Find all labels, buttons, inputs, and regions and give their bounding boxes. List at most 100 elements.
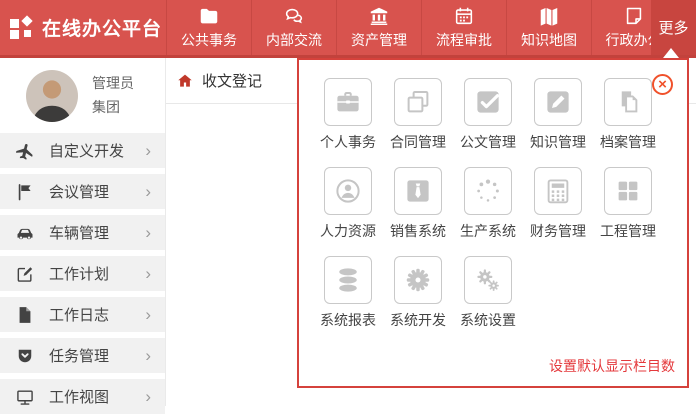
more-button-label: 更多 [658, 17, 688, 38]
chevron-right-icon: › [145, 224, 151, 241]
home-icon [176, 72, 194, 90]
chevron-right-icon: › [145, 142, 151, 159]
sidebar-item-label: 工作计划 [49, 263, 109, 284]
app-tile-label: 财务管理 [530, 221, 586, 241]
pencil-icon [534, 78, 582, 126]
copy-icon [394, 78, 442, 126]
topbar-item[interactable]: 流程审批 [421, 0, 506, 55]
gears-icon [464, 256, 512, 304]
app-tile[interactable]: 合同管理 [383, 78, 453, 152]
topbar-item[interactable]: 知识地图 [506, 0, 591, 55]
app-tile-label: 系统开发 [390, 310, 446, 330]
app-tile[interactable]: 公文管理 [453, 78, 523, 152]
spinner-icon [464, 167, 512, 215]
topbar-nav: 公共事务内部交流资产管理流程审批知识地图行政办公 [166, 0, 676, 55]
sidebar-item[interactable]: 任务管理› [0, 338, 165, 373]
app-tile-label: 公文管理 [460, 132, 516, 152]
topbar-item-label: 资产管理 [351, 30, 407, 50]
folder-icon [198, 5, 220, 27]
sidebar-item-label: 会议管理 [49, 181, 109, 202]
calendar-icon [453, 5, 475, 27]
bank-icon [368, 5, 390, 27]
sidebar-item[interactable]: 工作计划 › [0, 256, 165, 291]
app-tile[interactable]: 工程管理 [593, 167, 663, 241]
app-tile-label: 系统设置 [460, 310, 516, 330]
flag-icon [15, 182, 35, 202]
tie-icon [394, 167, 442, 215]
pocket-icon [15, 346, 35, 366]
topbar-item-label: 流程审批 [436, 30, 492, 50]
app-tile-label: 工程管理 [600, 221, 656, 241]
user-avatar[interactable] [26, 70, 78, 122]
user-circle-icon [324, 167, 372, 215]
sidebar-item[interactable]: 工作日志 › [0, 297, 165, 332]
close-icon[interactable]: × [652, 74, 673, 95]
user-org: 集团 [92, 96, 134, 120]
chat-icon [283, 5, 305, 27]
app-tile[interactable]: 知识管理 [523, 78, 593, 152]
check-square-icon [464, 78, 512, 126]
grid-icon [604, 167, 652, 215]
app-tile[interactable]: 销售系统 [383, 167, 453, 241]
app-tile-label: 个人事务 [320, 132, 376, 152]
chevron-right-icon: › [145, 183, 151, 200]
user-block: 管理员 集团 [0, 58, 165, 122]
app-tile[interactable]: 系统报表 [313, 256, 383, 330]
page-icon [623, 5, 645, 27]
app-tile[interactable]: 系统设置 [453, 256, 523, 330]
sidebar-item-label: 自定义开发 [49, 140, 124, 161]
sidebar-item[interactable]: 自定义开发 › [0, 133, 165, 168]
monitor-icon [15, 387, 35, 407]
chevron-right-icon: › [145, 265, 151, 282]
app-tile[interactable]: 生产系统 [453, 167, 523, 241]
app-tile-label: 人力资源 [320, 221, 376, 241]
app-tile-label: 生产系统 [460, 221, 516, 241]
briefcase-icon [324, 78, 372, 126]
app-tile-label: 销售系统 [390, 221, 446, 241]
gear-icon [394, 256, 442, 304]
blocks-logo-icon [10, 16, 34, 40]
app-tile[interactable]: 人力资源 [313, 167, 383, 241]
plane-icon [15, 141, 35, 161]
more-button[interactable]: 更多 [651, 0, 696, 55]
app-tile-label: 系统报表 [320, 310, 376, 330]
pages-icon [604, 78, 652, 126]
chevron-right-icon: › [145, 306, 151, 323]
sidebar-item[interactable]: 车辆管理 › [0, 215, 165, 250]
sidebar-item-label: 工作日志 [49, 304, 109, 325]
app-tile[interactable]: 个人事务 [313, 78, 383, 152]
user-meta: 管理员 集团 [92, 72, 134, 120]
topbar-item-label: 知识地图 [521, 30, 577, 50]
edit-icon [15, 264, 35, 284]
car-icon [15, 223, 35, 243]
chevron-right-icon: › [145, 388, 151, 405]
app-tile-label: 知识管理 [530, 132, 586, 152]
dropdown-arrow [663, 48, 679, 58]
app-tile[interactable]: 系统开发 [383, 256, 453, 330]
app-tile-label: 合同管理 [390, 132, 446, 152]
sidebar-item-label: 工作视图 [49, 386, 109, 407]
page-title: 收文登记 [202, 70, 262, 91]
app-tile[interactable]: 财务管理 [523, 167, 593, 241]
app-logo[interactable]: 在线办公平台 [10, 0, 162, 55]
topbar-item[interactable]: 资产管理 [336, 0, 421, 55]
sidebar: 管理员 集团 自定义开发›会议管理›车辆管理›工作计划›工作日志›任务管理›工作… [0, 58, 166, 406]
app-title: 在线办公平台 [42, 14, 162, 41]
sidebar-item-label: 任务管理 [49, 345, 109, 366]
user-name: 管理员 [92, 72, 134, 96]
set-columns-link[interactable]: 设置默认显示栏目数 [549, 356, 675, 376]
topbar-item[interactable]: 内部交流 [251, 0, 336, 55]
map-icon [538, 5, 560, 27]
sidebar-item-label: 车辆管理 [49, 222, 109, 243]
database-icon [324, 256, 372, 304]
topbar-item-label: 公共事务 [181, 30, 237, 50]
sidebar-item[interactable]: 会议管理 › [0, 174, 165, 209]
file-icon [15, 305, 35, 325]
topbar: 在线办公平台 公共事务内部交流资产管理流程审批知识地图行政办公 更多 [0, 0, 696, 58]
sidebar-item[interactable]: 工作视图 › [0, 379, 165, 414]
topbar-item[interactable]: 公共事务 [166, 0, 251, 55]
app-tile-label: 档案管理 [600, 132, 656, 152]
more-apps-panel: × 个人事务合同管理公文管理知识管理档案管理人力资源销售系统生产系统财务管理工程… [297, 58, 689, 388]
apps-grid: 个人事务合同管理公文管理知识管理档案管理人力资源销售系统生产系统财务管理工程管理… [299, 60, 669, 345]
calculator-icon [534, 167, 582, 215]
